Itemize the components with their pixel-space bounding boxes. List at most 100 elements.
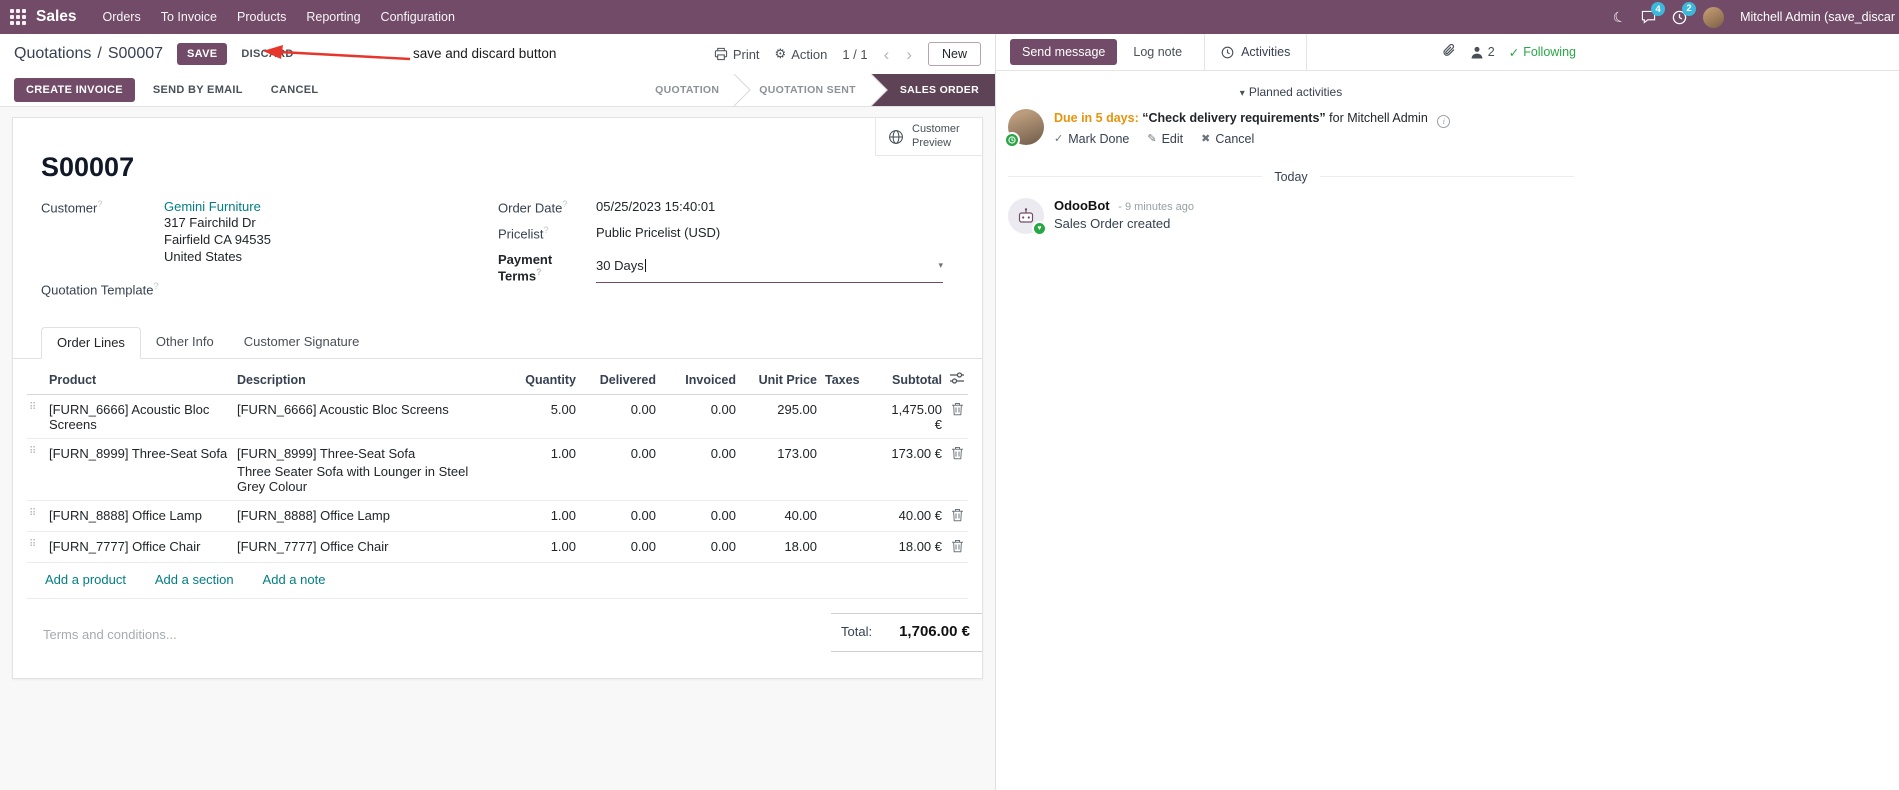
breadcrumb-quotations[interactable]: Quotations	[14, 45, 91, 63]
cell-unit-price[interactable]: 18.00	[740, 531, 821, 564]
send-message-button[interactable]: Send message	[1010, 39, 1118, 65]
log-note-button[interactable]: Log note	[1133, 45, 1182, 59]
text-cursor	[644, 258, 646, 272]
tab-order-lines[interactable]: Order Lines	[41, 327, 141, 360]
following-button[interactable]: ✓ Following	[1509, 45, 1576, 60]
delete-line-button[interactable]	[946, 531, 968, 564]
order-date-field[interactable]: 05/25/2023 15:40:01	[596, 199, 715, 215]
messages-icon[interactable]: 4	[1641, 2, 1666, 24]
menu-products[interactable]: Products	[227, 0, 296, 34]
activity-assignee: for Mitchell Admin	[1329, 111, 1428, 125]
cell-invoiced: 0.00	[660, 531, 740, 564]
activity-due: Due in 5 days:	[1054, 111, 1139, 125]
create-invoice-button[interactable]: CREATE INVOICE	[14, 78, 135, 102]
tab-other-info[interactable]: Other Info	[141, 327, 229, 359]
attachments-button[interactable]	[1442, 43, 1456, 61]
drag-handle-icon[interactable]: ⠿	[27, 438, 45, 501]
chatter-panel: Send message Log note Activities 2 ✓ Fol…	[995, 34, 1899, 790]
print-button[interactable]: Print	[714, 47, 760, 62]
customer-link[interactable]: Gemini Furniture	[164, 199, 261, 214]
tab-customer-signature[interactable]: Customer Signature	[229, 327, 375, 359]
payment-terms-input[interactable]: 30 Days ▾	[596, 252, 943, 283]
drag-handle-icon[interactable]: ⠿	[27, 500, 45, 532]
cell-unit-price[interactable]: 295.00	[740, 394, 821, 439]
activities-tab[interactable]: Activities	[1204, 34, 1308, 70]
table-row[interactable]: ⠿ [FURN_6666] Acoustic Bloc Screens [FUR…	[27, 394, 968, 439]
table-row[interactable]: ⠿ [FURN_7777] Office Chair [FURN_7777] O…	[27, 531, 968, 564]
planned-activities-header[interactable]: ▾ Planned activities	[996, 85, 1586, 99]
add-section-link[interactable]: Add a section	[155, 572, 234, 587]
send-by-email-button[interactable]: SEND BY EMAIL	[143, 78, 253, 102]
breadcrumb-separator: /	[97, 45, 102, 62]
gear-icon: ⚙	[774, 46, 787, 61]
new-button[interactable]: New	[927, 42, 981, 66]
cell-product[interactable]: [FURN_8888] Office Lamp	[45, 500, 233, 532]
drag-handle-icon[interactable]: ⠿	[27, 531, 45, 564]
save-button[interactable]: SAVE	[177, 43, 228, 65]
pager-previous-button[interactable]: ‹	[883, 46, 891, 63]
dark-mode-moon-icon[interactable]: ☾	[1610, 7, 1627, 26]
cancel-activity-button[interactable]: ✖ Cancel	[1201, 132, 1254, 146]
action-button[interactable]: ⚙ Action	[775, 46, 828, 62]
user-name[interactable]: Mitchell Admin (save_discar	[1740, 10, 1895, 24]
menu-orders[interactable]: Orders	[93, 0, 151, 34]
activities-clock-icon[interactable]: 2	[1672, 1, 1697, 25]
cell-unit-price[interactable]: 173.00	[740, 438, 821, 501]
col-quantity: Quantity	[501, 363, 580, 396]
cell-quantity[interactable]: 5.00	[501, 394, 580, 439]
customer-preview-button[interactable]: Customer Preview	[875, 118, 982, 156]
odoobot-avatar: ♥	[1008, 197, 1047, 236]
app-brand-sales[interactable]: Sales	[36, 8, 77, 26]
chatter-body: ▾ Planned activities Due in 5 days: “Chec…	[996, 71, 1586, 236]
cell-description[interactable]: [FURN_7777] Office Chair	[233, 531, 501, 564]
cell-taxes[interactable]	[821, 531, 879, 564]
cell-quantity[interactable]: 1.00	[501, 500, 580, 532]
customer-label: Customer?	[41, 199, 103, 216]
mark-done-button[interactable]: ✓ Mark Done	[1054, 132, 1129, 146]
address-line-2: Fairfield CA 94535	[164, 232, 271, 247]
cell-taxes[interactable]	[821, 394, 879, 439]
menu-to-invoice[interactable]: To Invoice	[151, 0, 227, 34]
cell-product[interactable]: [FURN_6666] Acoustic Bloc Screens	[45, 394, 233, 439]
stage-sales-order[interactable]: SALES ORDER	[871, 74, 995, 106]
cell-taxes[interactable]	[821, 438, 879, 501]
cell-product[interactable]: [FURN_7777] Office Chair	[45, 531, 233, 564]
add-note-link[interactable]: Add a note	[263, 572, 326, 587]
pricelist-field[interactable]: Public Pricelist (USD)	[596, 225, 720, 241]
edit-activity-button[interactable]: ✎ Edit	[1147, 132, 1183, 146]
delete-line-button[interactable]	[946, 500, 968, 532]
cell-description[interactable]: [FURN_8999] Three-Seat Sofa Three Seater…	[233, 438, 501, 501]
cancel-button[interactable]: CANCEL	[261, 78, 329, 102]
delete-line-button[interactable]	[946, 394, 968, 439]
stage-quotation[interactable]: QUOTATION	[631, 74, 735, 106]
user-avatar[interactable]	[1703, 6, 1725, 28]
terms-placeholder[interactable]: Terms and conditions...	[43, 613, 831, 642]
info-icon[interactable]: i	[1437, 114, 1451, 128]
followers-button[interactable]: 2	[1470, 45, 1495, 59]
discard-button[interactable]: DISCARD	[241, 48, 293, 60]
table-row[interactable]: ⠿ [FURN_8888] Office Lamp [FURN_8888] Of…	[27, 500, 968, 532]
optional-columns-button[interactable]	[946, 363, 968, 396]
add-product-link[interactable]: Add a product	[45, 572, 126, 587]
check-icon: ✓	[1508, 45, 1520, 60]
chatter-topbar: Send message Log note Activities 2 ✓ Fol…	[996, 34, 1899, 71]
cell-description[interactable]: [FURN_6666] Acoustic Bloc Screens	[233, 394, 501, 439]
cell-product[interactable]: [FURN_8999] Three-Seat Sofa	[45, 438, 233, 501]
stage-quotation-sent[interactable]: QUOTATION SENT	[735, 74, 872, 106]
cell-taxes[interactable]	[821, 500, 879, 532]
menu-reporting[interactable]: Reporting	[296, 0, 370, 34]
drag-handle-icon[interactable]: ⠿	[27, 394, 45, 439]
cell-description[interactable]: [FURN_8888] Office Lamp	[233, 500, 501, 532]
pager-next-button[interactable]: ›	[905, 46, 913, 63]
cell-quantity[interactable]: 1.00	[501, 438, 580, 501]
apps-menu-icon[interactable]	[10, 9, 26, 25]
dropdown-caret-icon[interactable]: ▾	[938, 260, 943, 271]
delete-line-button[interactable]	[946, 438, 968, 501]
table-footer-links: Add a product Add a section Add a note	[27, 563, 968, 600]
menu-configuration[interactable]: Configuration	[371, 0, 465, 34]
planned-activity-item: Due in 5 days: “Check delivery requireme…	[996, 109, 1586, 148]
caret-down-icon: ▾	[1239, 88, 1245, 99]
table-row[interactable]: ⠿ [FURN_8999] Three-Seat Sofa [FURN_8999…	[27, 438, 968, 501]
cell-quantity[interactable]: 1.00	[501, 531, 580, 564]
cell-unit-price[interactable]: 40.00	[740, 500, 821, 532]
